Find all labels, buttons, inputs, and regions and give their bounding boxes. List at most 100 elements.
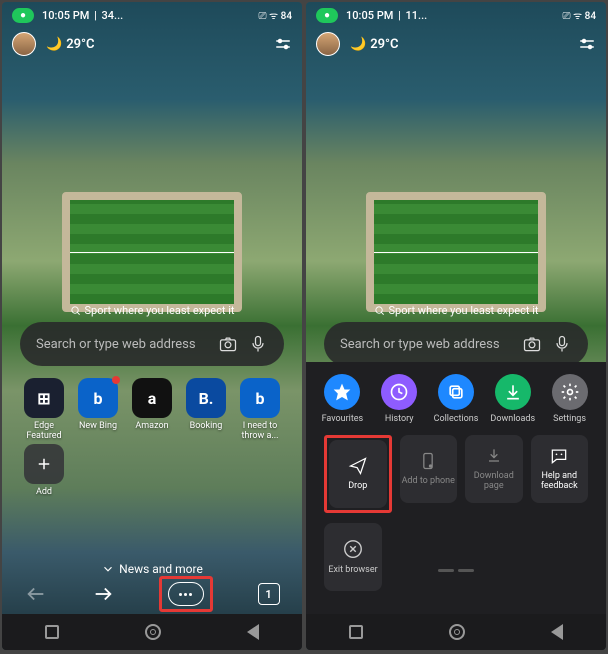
tile-icon: B. xyxy=(186,378,226,418)
back-icon[interactable] xyxy=(25,583,47,605)
dl-icon xyxy=(484,446,504,466)
wallpaper-field xyxy=(62,192,242,312)
wallpaper-field xyxy=(366,192,546,312)
tune-icon[interactable] xyxy=(578,35,596,53)
overflow-menu-button[interactable] xyxy=(168,582,204,606)
panel-downloads[interactable]: Downloads xyxy=(486,374,540,425)
exit-label: Exit browser xyxy=(328,566,377,576)
tune-icon[interactable] xyxy=(274,35,292,53)
quick-tile-edge-featured[interactable]: ⊞Edge Featured xyxy=(20,378,68,442)
tile-icon: a xyxy=(132,378,172,418)
screen-right: ● 10:05 PM | 11... ⎚ ᯤ 84 🌙 29°C Sport w… xyxy=(306,2,606,650)
bottom-toolbar: 1 xyxy=(2,574,302,614)
avatar[interactable] xyxy=(12,32,36,56)
tile-label: Amazon xyxy=(135,422,168,432)
panel-help-and-feedback[interactable]: Help and feedback xyxy=(531,435,589,503)
status-extra: 34... xyxy=(102,9,124,22)
home-button[interactable] xyxy=(145,624,161,640)
status-bar: ● 10:05 PM | 11... ⎚ ᯤ 84 xyxy=(306,2,606,28)
back-button[interactable] xyxy=(551,624,563,640)
status-bar: ● 10:05 PM | 34... ⎚ ᯤ 84 xyxy=(2,2,302,28)
add-tile[interactable]: Add xyxy=(20,444,68,498)
promo-text: Sport where you least expect it xyxy=(306,304,606,317)
quick-tile-amazon[interactable]: a Amazon xyxy=(128,378,176,442)
quick-tiles: ⊞Edge FeaturedbNew BingaAmazonB.Bookingb… xyxy=(20,378,284,442)
panel-collections[interactable]: Collections xyxy=(429,374,483,425)
card-label: Drop xyxy=(348,482,367,492)
screen-left: ● 10:05 PM | 34... ⎚ ᯤ 84 🌙 29°C Sport w… xyxy=(2,2,302,650)
quick-tile-booking[interactable]: B.Booking xyxy=(182,378,230,442)
status-time: 10:05 PM xyxy=(346,9,393,22)
card-label: Add to phone xyxy=(402,477,455,487)
panel-label: History xyxy=(385,415,414,425)
tile-label: New Bing xyxy=(79,422,117,432)
android-navbar xyxy=(2,614,302,650)
moon-icon: 🌙 xyxy=(46,37,62,52)
panel-row-primary: Favourites History Collections Downloads Set… xyxy=(314,374,598,425)
panel-download-page: Download page xyxy=(465,435,523,503)
back-button[interactable] xyxy=(247,624,259,640)
copy-icon xyxy=(438,374,474,410)
panel-drag-handle[interactable] xyxy=(438,569,474,572)
home-button[interactable] xyxy=(449,624,465,640)
status-pill: ● xyxy=(12,8,34,23)
status-time: 10:05 PM xyxy=(42,9,89,22)
search-icon xyxy=(374,305,385,316)
close-circle-icon xyxy=(342,538,364,560)
promo-text: Sport where you least expect it xyxy=(2,304,302,317)
card-label: Download page xyxy=(465,472,523,492)
tile-icon: b xyxy=(240,378,280,418)
plus-icon xyxy=(24,444,64,484)
panel-settings[interactable]: Settings xyxy=(543,374,597,425)
panel-label: Downloads xyxy=(490,415,535,425)
quick-tile-new-bing[interactable]: bNew Bing xyxy=(74,378,122,442)
panel-row-secondary: Drop Add to phone Download page Help and fe… xyxy=(314,435,598,513)
camera-icon[interactable] xyxy=(218,334,238,354)
weather-temp[interactable]: 🌙 29°C xyxy=(350,37,399,52)
recents-button[interactable] xyxy=(349,625,363,639)
status-right: ⎚ ᯤ 84 xyxy=(259,8,292,22)
search-icon xyxy=(70,305,81,316)
tile-icon: ⊞ xyxy=(24,378,64,418)
search-placeholder: Search or type web address xyxy=(36,337,208,352)
search-bar[interactable]: Search or type web address xyxy=(20,322,284,366)
status-right: ⎚ ᯤ 84 xyxy=(563,8,596,22)
send-icon xyxy=(348,456,368,476)
card-wrap: Add to phone xyxy=(400,435,458,513)
search-placeholder: Search or type web address xyxy=(340,337,512,352)
panel-label: Favourites xyxy=(322,415,364,425)
chat-icon xyxy=(549,446,569,466)
clock-icon xyxy=(381,374,417,410)
status-extra: 11... xyxy=(406,9,428,22)
camera-icon[interactable] xyxy=(522,334,542,354)
tile-label: I need to throw a... xyxy=(236,422,284,442)
avatar[interactable] xyxy=(316,32,340,56)
weather-bar: 🌙 29°C xyxy=(306,28,606,60)
card-wrap: Download page xyxy=(465,435,523,513)
forward-icon[interactable] xyxy=(92,583,114,605)
add-label: Add xyxy=(36,488,52,498)
tabs-button[interactable]: 1 xyxy=(258,583,280,605)
exit-browser-button[interactable]: Exit browser xyxy=(324,523,382,591)
panel-add-to-phone: Add to phone xyxy=(400,435,458,503)
down-icon xyxy=(495,374,531,410)
gear-icon xyxy=(552,374,588,410)
panel-favourites[interactable]: Favourites xyxy=(315,374,369,425)
phone-icon xyxy=(418,451,438,471)
star-icon xyxy=(324,374,360,410)
panel-label: Settings xyxy=(553,415,586,425)
weather-bar: 🌙 29°C xyxy=(2,28,302,60)
status-pill: ● xyxy=(316,8,338,23)
weather-temp[interactable]: 🌙 29°C xyxy=(46,37,95,52)
recents-button[interactable] xyxy=(45,625,59,639)
panel-drop[interactable]: Drop xyxy=(329,440,387,508)
quick-tile-i-need-to-throw-a-[interactable]: b I need to throw a... xyxy=(236,378,284,442)
drop-highlight: Drop xyxy=(324,435,392,513)
mic-icon[interactable] xyxy=(248,334,268,354)
overflow-highlight xyxy=(159,576,213,612)
search-bar[interactable]: Search or type web address xyxy=(324,322,588,366)
mic-icon[interactable] xyxy=(552,334,572,354)
panel-history[interactable]: History xyxy=(372,374,426,425)
card-label: Help and feedback xyxy=(531,472,589,492)
overflow-panel: Favourites History Collections Downloads Set… xyxy=(306,362,606,614)
